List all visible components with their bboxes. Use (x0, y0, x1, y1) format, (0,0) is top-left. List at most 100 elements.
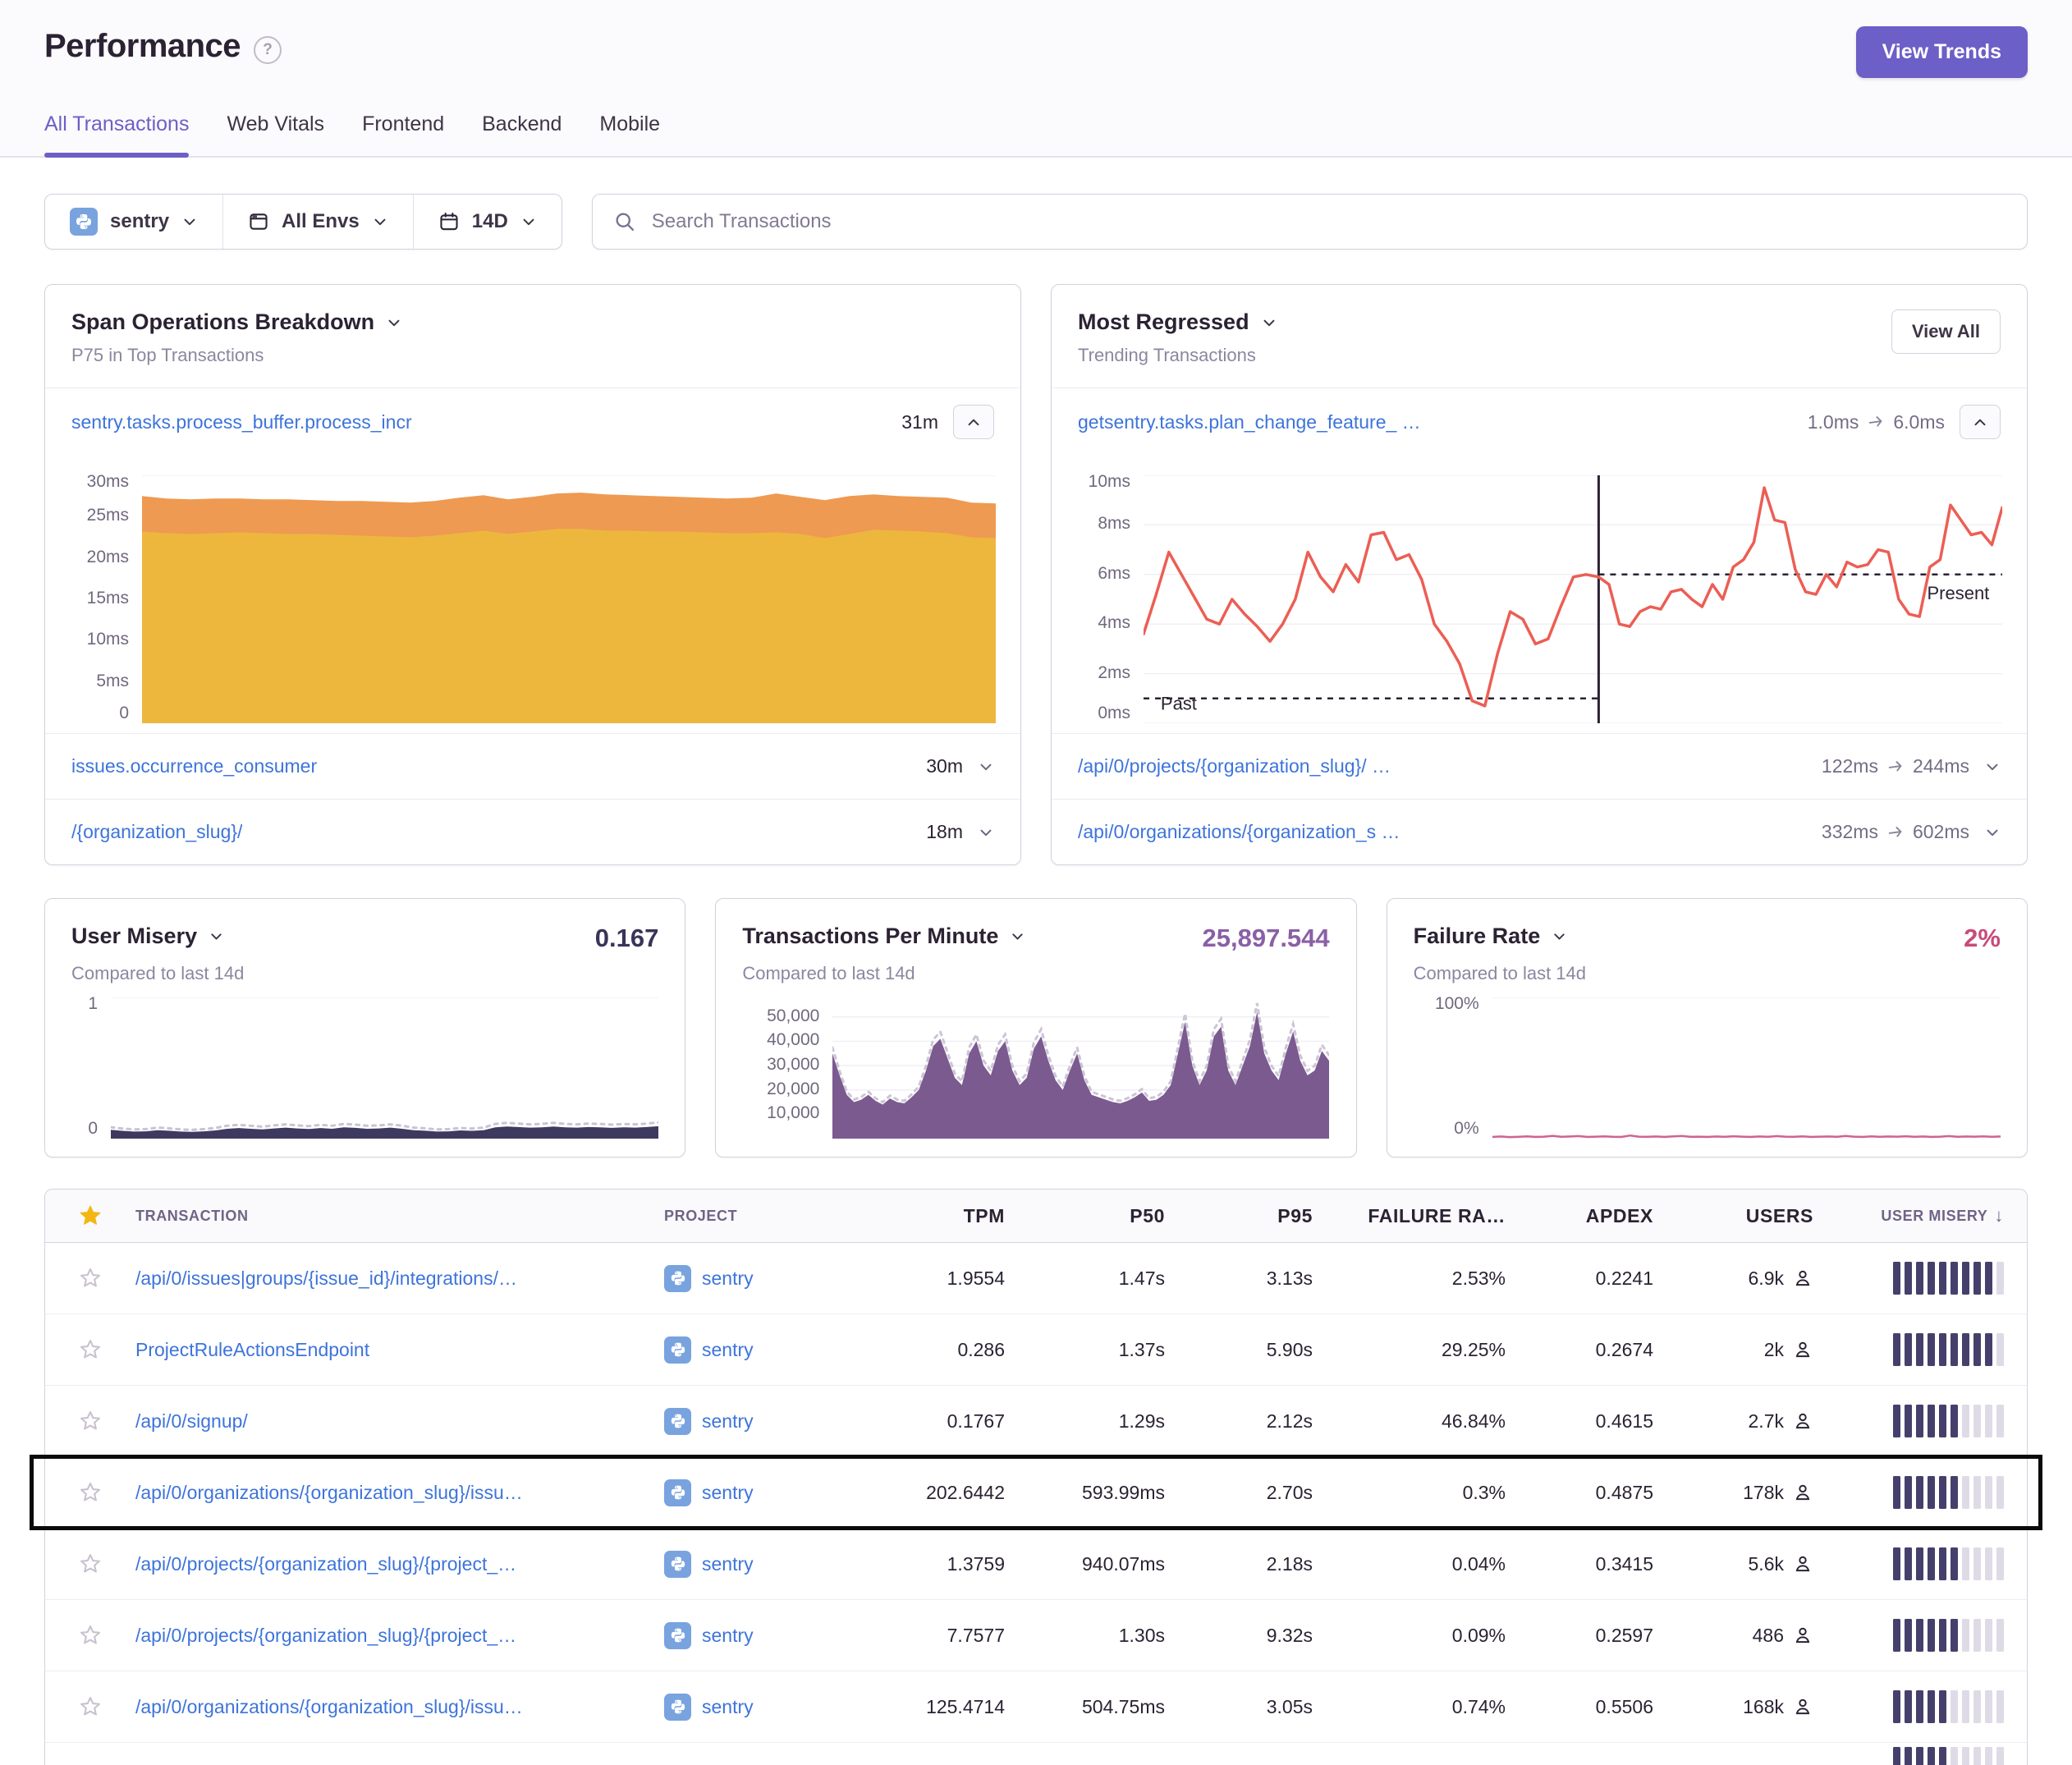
star-icon[interactable] (79, 1552, 102, 1575)
col-project[interactable]: PROJECT (664, 1208, 861, 1225)
date-range-filter[interactable]: 14D (413, 195, 562, 249)
view-trends-button[interactable]: View Trends (1856, 26, 2028, 78)
help-icon[interactable]: ? (254, 36, 282, 64)
filter-bar: sentry All Envs 14D (44, 194, 562, 250)
star-icon[interactable] (79, 1410, 102, 1433)
table-row[interactable]: /api/0/projects/{organization_slug}/{pro… (45, 1529, 2027, 1600)
project-link[interactable]: sentry (702, 1339, 754, 1361)
user-icon (1792, 1339, 1813, 1360)
tab-all-transactions[interactable]: All Transactions (44, 112, 189, 156)
transaction-link[interactable]: ProjectRuleActionsEndpoint (135, 1339, 644, 1361)
environment-filter[interactable]: All Envs (222, 195, 413, 249)
expand-row-button[interactable] (978, 824, 994, 841)
table-row[interactable]: /api/0/issues|groups/{issue_id}/integrat… (45, 1243, 2027, 1314)
table-row[interactable]: ProjectRuleActionsEndpoint sentry 0.286 … (45, 1314, 2027, 1386)
expand-row-button[interactable] (978, 759, 994, 775)
table-row[interactable]: /api/0/signup/ sentry 0.1767 1.29s 2.12s… (45, 1386, 2027, 1457)
col-apdex[interactable]: APDEX (1514, 1205, 1662, 1227)
transactions-table: TRANSACTION PROJECT TPM P50 P95 FAILURE … (44, 1189, 2028, 1765)
user-misery-bars (1822, 1333, 2027, 1366)
col-p95[interactable]: P95 (1173, 1205, 1321, 1227)
star-header-icon[interactable] (78, 1203, 103, 1228)
metric-card-transactions-per-minute: Transactions Per Minute 25,897.544 Compa… (715, 898, 1356, 1158)
card-title-dropdown[interactable]: User Misery (71, 924, 224, 949)
span-op-link[interactable]: issues.occurrence_consumer (71, 755, 317, 777)
collapse-button[interactable] (953, 405, 994, 439)
p95-value: 3.13s (1173, 1268, 1321, 1290)
tab-web-vitals[interactable]: Web Vitals (227, 112, 324, 156)
search-input[interactable] (650, 209, 2006, 234)
collapse-button[interactable] (1960, 405, 2001, 439)
span-ops-title-dropdown[interactable]: Span Operations Breakdown (71, 309, 402, 335)
transaction-link[interactable]: /api/0/signup/ (135, 1410, 644, 1433)
regression-from-value: 1.0ms (1808, 411, 1859, 433)
p95-value: 5.90s (1173, 1339, 1321, 1361)
col-failure-rate[interactable]: FAILURE RA… (1321, 1205, 1514, 1227)
chevron-down-icon (209, 928, 224, 944)
col-transaction[interactable]: TRANSACTION (135, 1208, 664, 1225)
span-op-duration: 18m (926, 821, 963, 843)
col-user-misery[interactable]: USER MISERY ↓ (1822, 1205, 2027, 1226)
card-title-dropdown[interactable]: Transactions Per Minute (742, 924, 1025, 949)
project-link[interactable]: sentry (702, 1553, 754, 1575)
chevron-down-icon (520, 213, 537, 230)
card-value: 25,897.544 (1203, 924, 1330, 953)
star-icon[interactable] (79, 1338, 102, 1361)
user-misery-bars (1822, 1547, 2027, 1580)
project-filter[interactable]: sentry (45, 195, 222, 249)
tab-backend[interactable]: Backend (482, 112, 562, 156)
table-row[interactable]: /api/0/organizations/{organization_slug}… (45, 1457, 2027, 1529)
star-icon[interactable] (79, 1481, 102, 1504)
table-row[interactable]: /api/0/organizations/{organization_slug}… (45, 1671, 2027, 1743)
project-link[interactable]: sentry (702, 1410, 754, 1433)
transaction-link[interactable]: /api/0/organizations/{organization_slug}… (135, 1696, 644, 1718)
table-row[interactable]: /api/0/projects/{organization_slug}/{pro… (45, 1600, 2027, 1671)
span-op-duration: 30m (926, 755, 963, 777)
most-regressed-panel: Most Regressed Trending Transactions Vie… (1051, 284, 2028, 865)
col-p50[interactable]: P50 (1013, 1205, 1173, 1227)
most-regressed-title-dropdown[interactable]: Most Regressed (1078, 309, 1277, 335)
star-icon[interactable] (79, 1267, 102, 1290)
col-users[interactable]: USERS (1662, 1205, 1822, 1227)
p50-value: 593.99ms (1013, 1482, 1173, 1504)
transaction-link[interactable]: /api/0/projects/{organization_slug}/{pro… (135, 1625, 644, 1647)
tab-mobile[interactable]: Mobile (599, 112, 660, 156)
transaction-link[interactable]: /api/0/issues|groups/{issue_id}/integrat… (135, 1268, 644, 1290)
regressed-row: /api/0/projects/{organization_slug}/ … 1… (1052, 733, 2027, 799)
transaction-link[interactable]: /api/0/projects/{organization_slug}/{pro… (135, 1553, 644, 1575)
failure-rate-value: 0.3% (1321, 1482, 1514, 1504)
span-op-link[interactable]: sentry.tasks.process_buffer.process_incr (71, 411, 412, 433)
chevron-down-icon (1552, 928, 1567, 944)
project-link[interactable]: sentry (702, 1625, 754, 1647)
transaction-link[interactable]: /api/0/organizations/{organization_slug}… (135, 1482, 644, 1504)
apdex-value: 0.4615 (1514, 1410, 1662, 1433)
environments-icon (248, 211, 269, 232)
regressed-transaction-link[interactable]: getsentry.tasks.plan_change_feature_ … (1078, 411, 1421, 433)
search-transactions-box[interactable] (592, 194, 2028, 250)
star-icon[interactable] (79, 1624, 102, 1647)
project-link[interactable]: sentry (702, 1696, 754, 1718)
col-tpm[interactable]: TPM (861, 1205, 1013, 1227)
tab-frontend[interactable]: Frontend (362, 112, 444, 156)
expand-row-button[interactable] (1984, 759, 2001, 775)
project-link[interactable]: sentry (702, 1482, 754, 1504)
span-op-link[interactable]: /{organization_slug}/ (71, 821, 242, 843)
user-misery-bars (1822, 1405, 2027, 1437)
page-body: sentry All Envs 14D (0, 194, 2072, 1765)
users-value: 6.9k (1749, 1268, 1784, 1290)
failure-rate-value: 46.84% (1321, 1410, 1514, 1433)
table-row[interactable] (45, 1743, 2027, 1765)
project-link[interactable]: sentry (702, 1268, 754, 1290)
span-ops-subtitle: P75 in Top Transactions (71, 345, 402, 366)
user-icon (1792, 1482, 1813, 1503)
user-misery-bars (1822, 1476, 2027, 1509)
chevron-down-icon (386, 314, 402, 331)
star-icon[interactable] (79, 1695, 102, 1718)
regressed-transaction-link[interactable]: /api/0/projects/{organization_slug}/ … (1078, 755, 1391, 777)
regressed-transaction-link[interactable]: /api/0/organizations/{organization_s … (1078, 821, 1400, 843)
expand-row-button[interactable] (1984, 824, 2001, 841)
python-project-icon (664, 1479, 691, 1506)
metric-card-user-misery: User Misery 0.167 Compared to last 14d 1… (44, 898, 685, 1158)
view-all-button[interactable]: View All (1891, 309, 2001, 354)
card-title-dropdown[interactable]: Failure Rate (1414, 924, 1568, 949)
